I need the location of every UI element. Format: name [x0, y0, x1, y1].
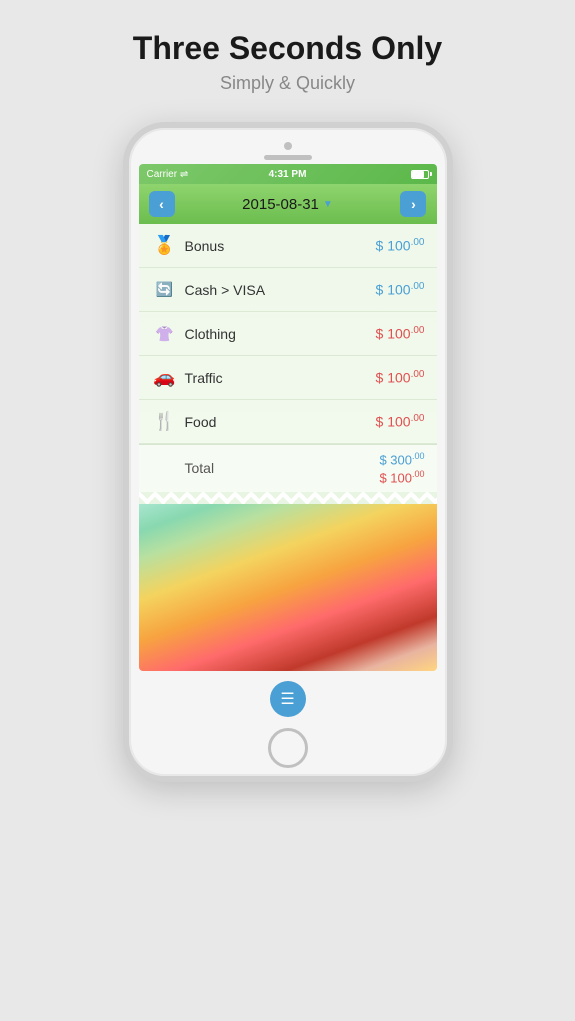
traffic-label: Traffic: [185, 370, 376, 386]
list-item[interactable]: 🔄 Cash > VISA $ 100.00: [139, 268, 437, 312]
traffic-amount-value: $ 100: [376, 370, 411, 386]
food-icon: 🍴: [151, 411, 179, 432]
phone-top: [129, 128, 447, 160]
cash-visa-icon: 🔄: [151, 281, 179, 298]
clothing-label: Clothing: [185, 326, 376, 342]
phone-mockup: Carrier ⇌ 4:31 PM ‹ 2015-08-31 ▼ › 🏅 Bon…: [123, 122, 453, 782]
list-item[interactable]: 👚 Clothing $ 100.00: [139, 312, 437, 356]
nav-bar: ‹ 2015-08-31 ▼ ›: [139, 184, 437, 224]
clothing-cents: .00: [411, 325, 425, 336]
page-title: Three Seconds Only: [133, 30, 442, 67]
phone-screen: Carrier ⇌ 4:31 PM ‹ 2015-08-31 ▼ › 🏅 Bon…: [139, 164, 437, 671]
bonus-amount: $ 100.00: [376, 237, 425, 254]
phone-camera: [284, 142, 292, 150]
total-amounts: $ 300.00 $ 100.00: [379, 451, 424, 486]
total-row: Total $ 300.00 $ 100.00: [139, 444, 437, 492]
status-bar: Carrier ⇌ 4:31 PM: [139, 164, 437, 184]
total-expense: $ 100.00: [379, 469, 424, 485]
status-right: [411, 170, 429, 179]
total-label: Total: [151, 460, 380, 476]
bonus-icon: 🏅: [151, 235, 179, 256]
gradient-background: [139, 504, 437, 671]
bonus-cents: .00: [411, 237, 425, 248]
list-item[interactable]: 🍴 Food $ 100.00: [139, 400, 437, 444]
traffic-cents: .00: [411, 369, 425, 380]
cash-visa-cents: .00: [411, 281, 425, 292]
nav-prev-button[interactable]: ‹: [149, 191, 175, 217]
page-subtitle: Simply & Quickly: [220, 73, 355, 94]
traffic-amount: $ 100.00: [376, 369, 425, 386]
nav-dropdown-icon: ▼: [323, 199, 333, 210]
bonus-label: Bonus: [185, 238, 376, 254]
nav-next-button[interactable]: ›: [400, 191, 426, 217]
nav-date[interactable]: 2015-08-31 ▼: [242, 196, 333, 213]
nav-date-text: 2015-08-31: [242, 196, 319, 213]
traffic-icon: 🚗: [151, 367, 179, 388]
clothing-amount: $ 100.00: [376, 325, 425, 342]
total-income: $ 300.00: [379, 451, 424, 467]
status-carrier: Carrier ⇌: [147, 169, 189, 180]
food-amount-value: $ 100: [376, 414, 411, 430]
phone-bottom: ☰: [268, 671, 308, 776]
list-item[interactable]: 🚗 Traffic $ 100.00: [139, 356, 437, 400]
food-label: Food: [185, 414, 376, 430]
food-cents: .00: [411, 413, 425, 424]
menu-button[interactable]: ☰: [270, 681, 306, 717]
status-time: 4:31 PM: [269, 169, 307, 180]
home-button[interactable]: [268, 728, 308, 768]
battery-icon: [411, 170, 429, 179]
list-item[interactable]: 🏅 Bonus $ 100.00: [139, 224, 437, 268]
clothing-amount-value: $ 100: [376, 326, 411, 342]
zigzag-separator: [139, 492, 437, 504]
transaction-list: 🏅 Bonus $ 100.00 🔄 Cash > VISA $ 100.00 …: [139, 224, 437, 671]
bonus-amount-value: $ 100: [376, 238, 411, 254]
cash-visa-amount: $ 100.00: [376, 281, 425, 298]
food-amount: $ 100.00: [376, 413, 425, 430]
clothing-icon: 👚: [151, 325, 179, 343]
phone-speaker: [264, 155, 312, 160]
cash-visa-amount-value: $ 100: [376, 282, 411, 298]
cash-visa-label: Cash > VISA: [185, 282, 376, 298]
